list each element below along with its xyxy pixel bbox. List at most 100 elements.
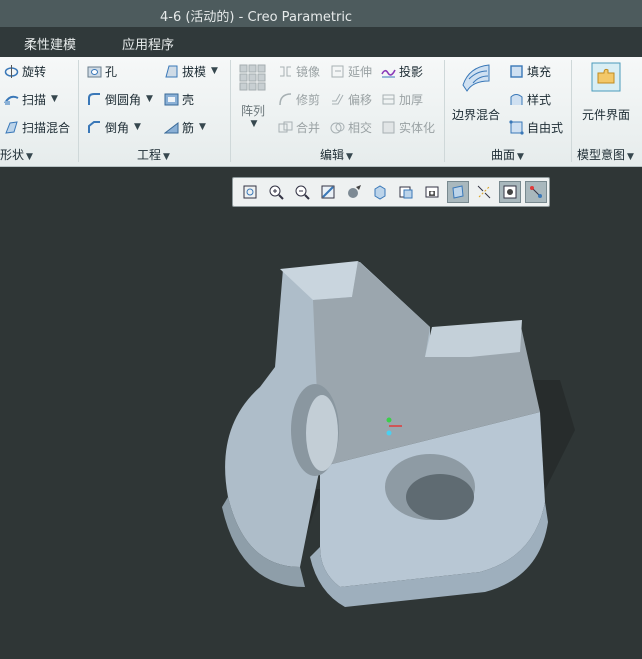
solidify-label: 实体化 — [399, 120, 436, 135]
tab-flexible-modeling[interactable]: 柔性建模 — [24, 34, 76, 53]
pattern-label: 阵列 — [240, 104, 265, 118]
round-icon — [87, 92, 102, 107]
zoom-out-icon[interactable] — [291, 181, 313, 203]
chevron-down-icon: ▼ — [26, 152, 33, 162]
surfaces-group-label[interactable]: 曲面 ▼ — [491, 146, 524, 163]
repaint-icon[interactable] — [317, 181, 339, 203]
chevron-down-icon: ▼ — [517, 152, 524, 162]
solidify-icon — [381, 120, 396, 135]
sweep-button[interactable]: 扫描 ▼ — [4, 88, 58, 110]
graphics-window[interactable] — [0, 167, 642, 656]
sweep-label: 扫描 — [22, 92, 47, 107]
offset-button[interactable]: 偏移 — [330, 88, 372, 110]
divider — [444, 60, 445, 162]
left-hole-inner — [306, 395, 338, 471]
saved-views-icon[interactable] — [369, 181, 391, 203]
offset-label: 偏移 — [348, 92, 373, 107]
revolve-icon — [4, 64, 19, 79]
revolve-label: 旋转 — [22, 64, 47, 79]
merge-button[interactable]: 合并 — [278, 116, 320, 138]
trim-button[interactable]: 修剪 — [278, 88, 320, 110]
shell-button[interactable]: 壳 — [164, 88, 194, 110]
front-hole-inner — [406, 474, 474, 520]
extend-icon — [330, 64, 345, 79]
draft-icon — [164, 64, 179, 79]
pattern-button[interactable]: 阵列 ▼ — [236, 63, 270, 129]
draft-button[interactable]: 拔模 ▼ — [164, 60, 218, 82]
chevron-down-icon[interactable]: ▼ — [51, 94, 58, 104]
freestyle-label: 自由式 — [527, 120, 564, 135]
part-model — [222, 261, 575, 607]
offset-icon — [330, 92, 345, 107]
pattern-icon — [238, 63, 268, 96]
view-toolbar — [232, 177, 550, 207]
revolve-button[interactable]: 旋转 — [4, 60, 46, 82]
thicken-label: 加厚 — [399, 92, 424, 107]
mirror-button[interactable]: 镜像 — [278, 60, 320, 82]
swept-blend-label: 扫描混合 — [22, 120, 71, 135]
round-button[interactable]: 倒圆角 ▼ — [87, 88, 153, 110]
chevron-down-icon[interactable]: ▼ — [146, 94, 153, 104]
ribbon: 旋转 扫描 ▼ 扫描混合 形状 ▼ 孔 拔模 ▼ 倒圆角 ▼ 壳 倒角 ▼ 筋 ▼ — [0, 57, 642, 167]
fill-icon — [509, 64, 524, 79]
zoom-in-icon[interactable] — [265, 181, 287, 203]
tab-applications[interactable]: 应用程序 — [122, 34, 174, 53]
datum-display-icon[interactable] — [447, 181, 469, 203]
thicken-button[interactable]: 加厚 — [381, 88, 423, 110]
swept-blend-icon — [4, 120, 19, 135]
intersect-button[interactable]: 相交 — [330, 116, 372, 138]
refit-icon[interactable] — [239, 181, 261, 203]
component-interface-button[interactable]: 元件界面 — [578, 61, 634, 123]
trim-icon — [278, 92, 293, 107]
perspective-icon[interactable] — [421, 181, 443, 203]
chamfer-button[interactable]: 倒角 ▼ — [87, 116, 141, 138]
trim-label: 修剪 — [296, 92, 321, 107]
fill-button[interactable]: 填充 — [509, 60, 551, 82]
intersect-icon — [330, 120, 345, 135]
rib-label: 筋 — [182, 120, 195, 135]
shell-label: 壳 — [182, 92, 195, 107]
swept-blend-button[interactable]: 扫描混合 — [4, 116, 70, 138]
chevron-down-icon[interactable]: ▼ — [211, 66, 218, 76]
ribbon-tab-bar: 柔性建模 应用程序 — [0, 27, 642, 57]
edit-group-label[interactable]: 编辑 ▼ — [320, 146, 353, 163]
round-label: 倒圆角 — [105, 92, 142, 107]
hole-button[interactable]: 孔 — [87, 60, 117, 82]
extend-button[interactable]: 延伸 — [330, 60, 372, 82]
hole-label: 孔 — [105, 64, 118, 79]
draft-label: 拔模 — [182, 64, 207, 79]
freestyle-button[interactable]: 自由式 — [509, 116, 563, 138]
mirror-icon — [278, 64, 293, 79]
chevron-down-icon[interactable]: ▼ — [199, 122, 206, 132]
view-manager-icon[interactable] — [395, 181, 417, 203]
project-button[interactable]: 投影 — [381, 60, 423, 82]
freestyle-icon — [509, 119, 524, 135]
divider — [571, 60, 572, 162]
chevron-down-icon: ▼ — [250, 119, 258, 129]
boundary-blend-icon — [459, 61, 493, 96]
divider — [78, 60, 79, 162]
axis-display-icon[interactable] — [525, 181, 547, 203]
style-label: 样式 — [527, 92, 552, 107]
annotation-display-icon[interactable] — [499, 181, 521, 203]
title-bar: 4-6 (活动的) - Creo Parametric — [0, 0, 642, 27]
spin-center-icon[interactable] — [473, 181, 495, 203]
component-interface-label: 元件界面 — [581, 108, 630, 122]
display-style-icon[interactable] — [343, 181, 365, 203]
engineering-group-label[interactable]: 工程 ▼ — [137, 146, 170, 163]
shape-group-label[interactable]: 形状 ▼ — [0, 146, 33, 163]
hole-icon — [87, 64, 102, 79]
chamfer-label: 倒角 — [105, 120, 130, 135]
model-intent-group-label[interactable]: 模型意图 ▼ — [577, 146, 634, 163]
chevron-down-icon: ▼ — [163, 152, 170, 162]
boundary-blend-button[interactable]: 边界混合 — [450, 61, 502, 123]
rib-button[interactable]: 筋 ▼ — [163, 116, 206, 138]
fill-label: 填充 — [527, 64, 552, 79]
solidify-button[interactable]: 实体化 — [381, 116, 435, 138]
project-label: 投影 — [399, 64, 424, 79]
chevron-down-icon[interactable]: ▼ — [134, 122, 141, 132]
style-button[interactable]: 样式 — [509, 88, 551, 110]
component-interface-icon — [590, 61, 622, 96]
shell-icon — [164, 92, 179, 107]
boundary-blend-label: 边界混合 — [451, 108, 500, 122]
